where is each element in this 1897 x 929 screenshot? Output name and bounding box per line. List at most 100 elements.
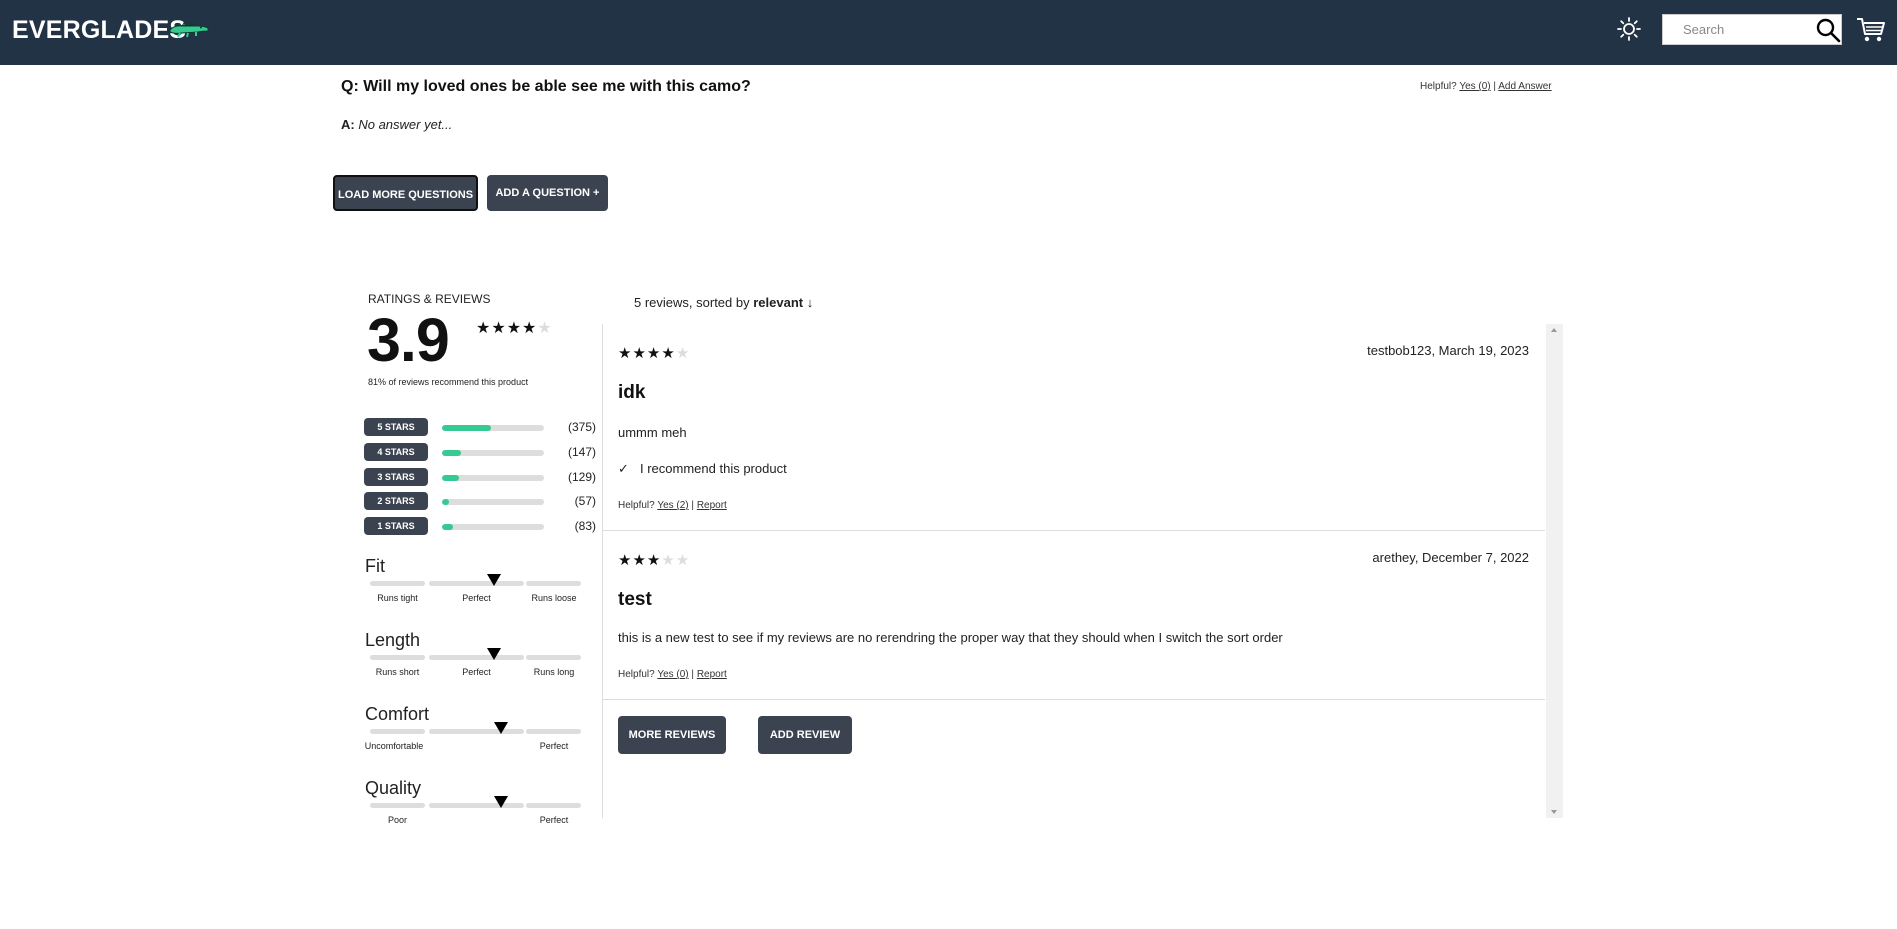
average-stars: ★★★★★ bbox=[476, 318, 553, 338]
star-filled-icon: ★ bbox=[618, 552, 633, 569]
characteristic-segment bbox=[370, 581, 425, 586]
star-filter-button[interactable]: 4 STARS bbox=[364, 443, 428, 461]
star-filter-button[interactable]: 1 STARS bbox=[364, 517, 428, 535]
star-empty-icon: ★ bbox=[537, 320, 553, 337]
rating-count: (83) bbox=[574, 519, 596, 533]
characteristic-segment bbox=[370, 803, 425, 808]
star-filled-icon: ★ bbox=[476, 320, 492, 337]
rating-bar-fill bbox=[442, 450, 462, 456]
characteristic-quality: Quality Poor Perfect bbox=[362, 778, 582, 848]
helpful-label: Helpful? bbox=[618, 669, 655, 680]
rating-bar-track bbox=[442, 425, 544, 431]
characteristic-high-label: Perfect bbox=[539, 741, 569, 751]
ratings-title: RATINGS & REVIEWS bbox=[368, 292, 491, 306]
checkmark-icon: ✓ bbox=[618, 461, 629, 476]
characteristic-high-label: Runs long bbox=[533, 667, 575, 677]
star-filter-button[interactable]: 3 STARS bbox=[364, 468, 428, 486]
characteristic-low-label: Runs tight bbox=[377, 593, 418, 603]
review-author-date: arethey, December 7, 2022 bbox=[1372, 550, 1529, 565]
add-question-button[interactable]: ADD A QUESTION + bbox=[487, 175, 608, 211]
rating-count: (375) bbox=[567, 420, 596, 434]
review-body: this is a new test to see if my reviews … bbox=[618, 630, 1283, 645]
review-stars: ★★★★★ bbox=[618, 344, 690, 362]
characteristic-segment bbox=[370, 655, 425, 660]
star-filled-icon: ★ bbox=[632, 552, 647, 569]
add-review-button[interactable]: ADD REVIEW bbox=[758, 716, 852, 754]
review-helpful-row: Helpful? Yes (2) | Report bbox=[618, 500, 727, 511]
characteristic-segment bbox=[526, 729, 581, 734]
characteristic-name: Fit bbox=[365, 556, 385, 576]
helpful-yes-link[interactable]: Yes (0) bbox=[1459, 81, 1490, 92]
recommend-percentage: 81% of reviews recommend this product bbox=[368, 377, 529, 387]
separator: | bbox=[691, 500, 695, 511]
separator: | bbox=[1493, 81, 1497, 92]
star-filled-icon: ★ bbox=[491, 320, 507, 337]
scroll-down-arrow-icon[interactable] bbox=[1551, 810, 1557, 814]
recommend-text: I recommend this product bbox=[640, 461, 787, 476]
helpful-label: Helpful? bbox=[618, 500, 655, 511]
characteristic-fit: Fit Runs tight Perfect Runs loose bbox=[362, 556, 582, 626]
review-author-date: testbob123, March 19, 2023 bbox=[1367, 343, 1529, 358]
star-filled-icon: ★ bbox=[646, 552, 662, 569]
characteristic-mid-label: Perfect bbox=[462, 593, 491, 603]
characteristic-high-label: Perfect bbox=[539, 815, 569, 825]
star-filter-button[interactable]: 2 STARS bbox=[364, 492, 428, 510]
rating-count: (57) bbox=[574, 494, 596, 508]
report-link[interactable]: Report bbox=[697, 500, 727, 511]
characteristic-marker-icon bbox=[487, 648, 502, 660]
add-answer-link[interactable]: Add Answer bbox=[1498, 81, 1551, 92]
star-filled-icon: ★ bbox=[618, 345, 633, 362]
helpful-yes-link[interactable]: Yes (2) bbox=[657, 500, 688, 511]
helpful-yes-link[interactable]: Yes (0) bbox=[657, 669, 688, 680]
characteristic-low-label: Runs short bbox=[375, 667, 420, 677]
review-title: test bbox=[618, 589, 652, 610]
separator: | bbox=[691, 669, 695, 680]
cart-icon[interactable] bbox=[1856, 16, 1886, 44]
search-icon[interactable] bbox=[1815, 17, 1841, 43]
load-more-questions-button[interactable]: LOAD MORE QUESTIONS bbox=[333, 175, 478, 211]
review-tile: ★★★★★ arethey, December 7, 2022 test this i… bbox=[602, 531, 1545, 700]
review-helpful-row: Helpful? Yes (0) | Report bbox=[618, 669, 727, 680]
sun-icon[interactable] bbox=[1616, 16, 1642, 42]
review-title: idk bbox=[618, 382, 646, 403]
rating-count: (129) bbox=[567, 470, 596, 484]
characteristic-segment bbox=[370, 729, 425, 734]
characteristic-length: Length Runs short Perfect Runs long bbox=[362, 630, 582, 700]
star-empty-icon: ★ bbox=[675, 345, 691, 362]
search-input[interactable] bbox=[1663, 15, 1813, 44]
more-reviews-button[interactable]: MORE REVIEWS bbox=[618, 716, 726, 754]
characteristic-segment bbox=[429, 729, 524, 734]
rating-bar-track bbox=[442, 450, 544, 456]
average-rating: 3.9 bbox=[367, 306, 450, 374]
scroll-up-arrow-icon[interactable] bbox=[1551, 328, 1557, 332]
rating-count: (147) bbox=[567, 445, 596, 459]
characteristic-high-label: Runs loose bbox=[531, 593, 577, 603]
rating-bar-fill bbox=[442, 425, 491, 431]
characteristic-segment bbox=[526, 655, 581, 660]
sort-line: 5 reviews, sorted by relevant ↓ bbox=[634, 295, 813, 310]
review-tile: ★★★★★ testbob123, March 19, 2023 idk ummm m… bbox=[602, 324, 1545, 531]
report-link[interactable]: Report bbox=[697, 669, 727, 680]
site-logo[interactable]: EVERGLADES bbox=[12, 16, 186, 45]
characteristic-low-label: Poor bbox=[387, 815, 407, 825]
characteristic-marker-icon bbox=[493, 722, 508, 734]
search-box bbox=[1662, 14, 1842, 45]
star-filter-button[interactable]: 5 STARS bbox=[364, 418, 428, 436]
alligator-logo-icon bbox=[169, 22, 209, 38]
review-body: ummm meh bbox=[618, 425, 687, 440]
characteristic-marker-icon bbox=[487, 574, 502, 586]
characteristic-segment bbox=[526, 803, 581, 808]
characteristic-segment bbox=[429, 803, 524, 808]
rating-bar-fill bbox=[442, 499, 450, 505]
rating-bar-track bbox=[442, 499, 544, 505]
characteristic-name: Length bbox=[365, 630, 421, 650]
sort-dropdown[interactable]: relevant ↓ bbox=[753, 295, 813, 310]
rating-bar-track bbox=[442, 475, 544, 481]
star-filled-icon: ★ bbox=[522, 320, 538, 337]
star-filled-icon: ★ bbox=[632, 345, 647, 362]
top-nav-bar: EVERGLADES bbox=[0, 0, 1897, 65]
review-list-scrollbar[interactable] bbox=[1546, 324, 1563, 818]
characteristic-marker-icon bbox=[493, 796, 508, 808]
rating-bar-fill bbox=[442, 524, 454, 530]
characteristic-comfort: Comfort Uncomfortable Perfect bbox=[362, 704, 582, 774]
